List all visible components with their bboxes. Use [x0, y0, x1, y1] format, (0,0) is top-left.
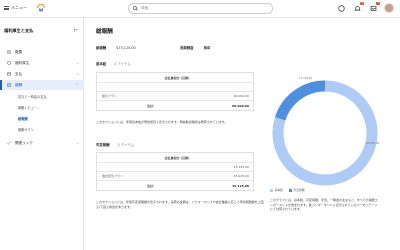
table-total-row: 合計: 15,125.00 — [97, 181, 253, 190]
shield-icon — [7, 61, 11, 65]
sidebar-subitem-review[interactable]: 報酬レビュー... — [18, 105, 40, 110]
wallet-icon — [7, 72, 11, 76]
variable-pay-note: このセクションには、年間可変報酬額が表示されます。実際の金額は、パフォーマンスや… — [96, 200, 264, 209]
top-icons: 5 3 — [336, 2, 394, 13]
row-name[interactable]: 会社賞与プラン — [102, 174, 123, 178]
hamburger-icon — [4, 6, 9, 10]
chart-note: このグラフには、基本給、可変報酬、手当、一時金の主なもと、すべての報酬コンポーネ… — [270, 198, 378, 211]
frequency-label: 長期頻度 — [180, 46, 194, 50]
chevron-down-icon: ⌄ — [76, 141, 79, 145]
search-icon — [133, 6, 138, 11]
chat-icon[interactable] — [336, 3, 346, 13]
top-bar: メニュー w 検索 5 3 — [0, 0, 400, 18]
legend-label: 基本給 — [274, 188, 283, 192]
sidebar-item-label: 概要 — [15, 49, 23, 54]
notifications-icon[interactable]: 5 — [352, 2, 364, 13]
inbox-badge: 3 — [376, 2, 380, 6]
sidebar-subitem-total-rewards[interactable]: 総報酬 — [18, 116, 28, 121]
total-value: 60,000.00 — [232, 103, 249, 108]
legend-label: 可変報酬 — [293, 188, 305, 192]
chevron-up-icon: ⌃ — [76, 83, 79, 87]
chart-legend: 基本給 可変報酬 — [270, 188, 305, 192]
page-title: 総報酬 — [96, 29, 113, 35]
sidebar-title: 福利厚生と支払 — [4, 28, 34, 33]
sidebar-item-label: 関連リンク — [15, 140, 33, 145]
search-input[interactable]: 検索 — [128, 3, 273, 14]
workday-logo[interactable]: w — [36, 3, 46, 13]
inbox-icon[interactable]: 3 — [368, 2, 380, 13]
sidebar-item-benefits[interactable]: 福利厚生 ⌄ — [0, 58, 84, 68]
legend-item[interactable]: 可変報酬 — [288, 188, 305, 192]
total-label: 総報酬 — [96, 46, 107, 50]
search-placeholder: 検索 — [141, 6, 149, 10]
sidebar: 福利厚生と支払 |← 概要 福利厚生 ⌄ 支払 ⌄ 報酬 ⌃ 賞与と一時金の支払… — [0, 18, 84, 250]
table-row: 給与プラン 60,000.00 — [97, 92, 253, 101]
sidebar-item-compensation[interactable]: 報酬 ⌃ — [0, 80, 84, 90]
row-value: 15,125.00 — [233, 165, 249, 169]
sidebar-subitem-summary[interactable]: 報酬サマリ — [18, 127, 34, 132]
frequency-value: 毎年 — [203, 46, 211, 50]
table-header: 会社負担分 (目標) — [97, 153, 253, 163]
sidebar-subitem-bonus[interactable]: 賞与と一時金の支払 — [18, 94, 47, 99]
sidebar-item-label: 報酬 — [15, 82, 23, 87]
money-icon — [7, 83, 11, 87]
table-row — [97, 83, 253, 92]
base-pay-note: このセクションには、年間基本給が現地通貨で表示されます。時給制労働者は概算されて… — [96, 120, 228, 124]
base-pay-label: 基本給 — [96, 62, 107, 66]
base-pay-heading: 基本給 2 アイテム — [96, 61, 131, 66]
grid-icon — [7, 50, 11, 54]
total-compensation: 総報酬 $75,125.00 — [96, 45, 136, 50]
column-header: 会社負担分 (目標) — [164, 75, 190, 80]
variable-pay-table: 会社負担分 (目標) 15,125.00 会社賞与プラン 15,125.00 合… — [96, 152, 254, 191]
sidebar-item-related-links[interactable]: 関連リンク ⌄ — [0, 138, 84, 148]
legend-item[interactable]: 基本給 — [270, 188, 283, 192]
frequency: 長期頻度 毎年 — [180, 45, 210, 50]
collapse-sidebar-icon[interactable]: |← — [74, 27, 79, 32]
legend-swatch — [288, 188, 292, 192]
sidebar-item-label: 福利厚生 — [15, 60, 30, 65]
menu-label: メニュー — [11, 5, 27, 10]
legend-swatch — [270, 188, 273, 192]
table-header: 会社負担分 (目標) — [97, 73, 253, 83]
base-pay-count: 2 アイテム — [114, 62, 131, 66]
row-value: 15,125.00 — [233, 174, 249, 178]
slice-value-label: 60,000.00 — [366, 142, 380, 145]
table-row: 15,125.00 — [97, 163, 253, 172]
total-value: $75,125.00 — [116, 46, 136, 50]
total-label: 合計: — [147, 183, 155, 188]
table-total-row: 合計: 60,000.00 — [97, 101, 253, 110]
user-avatar[interactable] — [384, 3, 394, 13]
total-label: 合計: — [147, 103, 155, 108]
variable-pay-label: 可変報酬 — [96, 143, 110, 147]
notifications-badge: 5 — [360, 2, 364, 6]
row-name[interactable]: 給与プラン — [102, 94, 117, 98]
chevron-down-icon: ⌄ — [76, 61, 79, 65]
svg-text:w: w — [39, 8, 44, 14]
table-row: 会社賞与プラン 15,125.00 — [97, 172, 253, 181]
variable-pay-heading: 可変報酬 2 アイテム — [96, 142, 134, 147]
menu-button[interactable]: メニュー — [4, 5, 27, 11]
row-value: 60,000.00 — [233, 94, 249, 98]
link-icon — [7, 141, 11, 145]
donut-slice-variable-pay[interactable] — [274, 80, 326, 121]
variable-pay-count: 2 アイテム — [117, 143, 135, 147]
total-value: 15,125.00 — [232, 183, 249, 188]
chevron-down-icon: ⌄ — [76, 72, 79, 76]
compensation-donut-chart — [272, 80, 378, 186]
sidebar-item-pay[interactable]: 支払 ⌄ — [0, 69, 84, 79]
column-header: 会社負担分 (目標) — [164, 155, 190, 160]
sidebar-item-label: 支払 — [15, 71, 23, 76]
base-pay-table: 会社負担分 (目標) 給与プラン 60,000.00 合計: 60,000.00 — [96, 72, 254, 111]
main-content: 総報酬 総報酬 $75,125.00 長期頻度 毎年 基本給 2 アイテム 会社… — [84, 18, 400, 250]
sidebar-item-overview[interactable]: 概要 — [0, 47, 84, 57]
slice-value-label: 15,125.00 — [299, 77, 313, 80]
